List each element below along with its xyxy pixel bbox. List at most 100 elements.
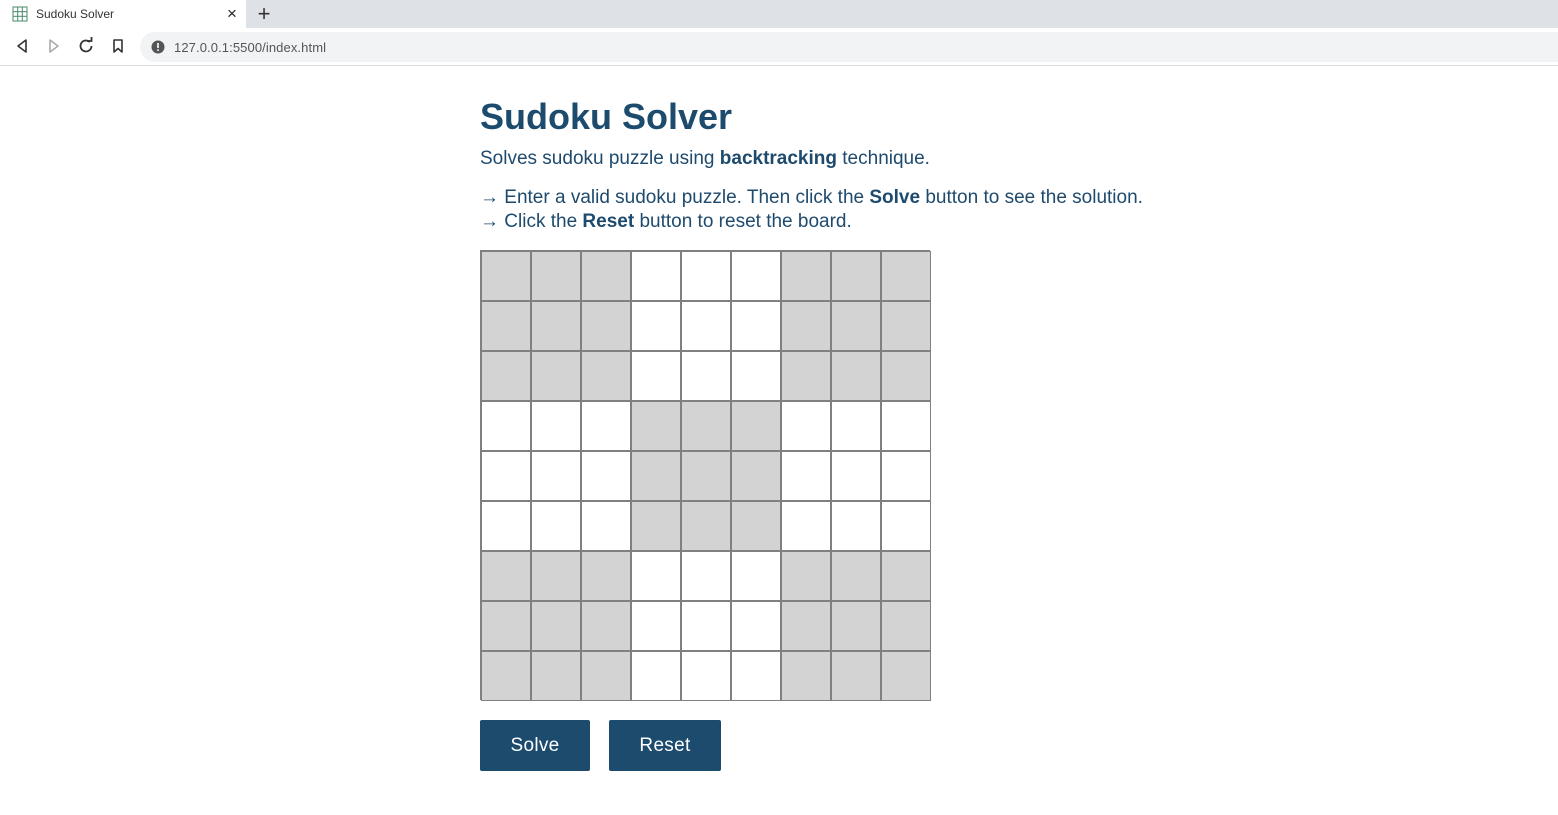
sudoku-cell[interactable] xyxy=(831,401,881,451)
back-icon[interactable] xyxy=(12,36,32,56)
sudoku-cell[interactable] xyxy=(631,501,681,551)
sudoku-cell[interactable] xyxy=(731,401,781,451)
sudoku-cell[interactable] xyxy=(681,351,731,401)
solve-button[interactable]: Solve xyxy=(480,720,590,771)
sudoku-cell[interactable] xyxy=(681,401,731,451)
reset-button[interactable]: Reset xyxy=(609,720,721,771)
sudoku-cell[interactable] xyxy=(781,251,831,301)
sudoku-cell[interactable] xyxy=(581,601,631,651)
sudoku-cell[interactable] xyxy=(581,301,631,351)
sudoku-cell[interactable] xyxy=(881,651,931,701)
instruction-solve: → Enter a valid sudoku puzzle. Then clic… xyxy=(480,187,1143,209)
sudoku-cell[interactable] xyxy=(631,451,681,501)
sudoku-cell[interactable] xyxy=(481,351,531,401)
sudoku-cell[interactable] xyxy=(581,351,631,401)
sudoku-cell[interactable] xyxy=(731,501,781,551)
sudoku-cell[interactable] xyxy=(531,351,581,401)
sudoku-cell[interactable] xyxy=(831,501,881,551)
sudoku-cell[interactable] xyxy=(581,401,631,451)
sudoku-cell[interactable] xyxy=(531,251,581,301)
sudoku-cell[interactable] xyxy=(681,601,731,651)
sudoku-cell[interactable] xyxy=(581,551,631,601)
sudoku-cell[interactable] xyxy=(531,501,581,551)
sudoku-cell[interactable] xyxy=(831,251,881,301)
instruction-text-end: button to see the solution. xyxy=(920,187,1143,208)
sudoku-cell[interactable] xyxy=(531,301,581,351)
sudoku-cell[interactable] xyxy=(681,651,731,701)
reload-icon[interactable] xyxy=(76,36,96,56)
subtitle-text: Solves sudoku puzzle using xyxy=(480,148,720,169)
sudoku-cell[interactable] xyxy=(631,401,681,451)
page-subtitle: Solves sudoku puzzle using backtracking … xyxy=(480,148,930,170)
sudoku-cell[interactable] xyxy=(881,401,931,451)
sudoku-cell[interactable] xyxy=(831,451,881,501)
sudoku-cell[interactable] xyxy=(481,251,531,301)
sudoku-cell[interactable] xyxy=(681,501,731,551)
page-title: Sudoku Solver xyxy=(480,96,733,137)
sudoku-cell[interactable] xyxy=(881,551,931,601)
sudoku-cell[interactable] xyxy=(581,451,631,501)
sudoku-cell[interactable] xyxy=(681,551,731,601)
subtitle-bold: backtracking xyxy=(719,148,837,169)
tab-title: Sudoku Solver xyxy=(36,7,115,21)
sudoku-cell[interactable] xyxy=(681,301,731,351)
info-icon[interactable] xyxy=(151,40,165,54)
sudoku-cell[interactable] xyxy=(581,651,631,701)
sudoku-cell[interactable] xyxy=(631,351,681,401)
grid-icon xyxy=(12,6,28,22)
sudoku-cell[interactable] xyxy=(631,651,681,701)
sudoku-cell[interactable] xyxy=(781,651,831,701)
sudoku-cell[interactable] xyxy=(881,451,931,501)
sudoku-cell[interactable] xyxy=(681,451,731,501)
sudoku-cell[interactable] xyxy=(831,551,881,601)
sudoku-cell[interactable] xyxy=(581,501,631,551)
sudoku-cell[interactable] xyxy=(481,551,531,601)
close-icon[interactable]: × xyxy=(224,5,240,23)
sudoku-cell[interactable] xyxy=(781,501,831,551)
sudoku-cell[interactable] xyxy=(631,301,681,351)
forward-icon[interactable] xyxy=(44,36,64,56)
sudoku-cell[interactable] xyxy=(881,251,931,301)
sudoku-cell[interactable] xyxy=(531,601,581,651)
sudoku-cell[interactable] xyxy=(631,551,681,601)
bookmark-icon[interactable] xyxy=(108,36,128,56)
sudoku-cell[interactable] xyxy=(781,351,831,401)
sudoku-cell[interactable] xyxy=(831,301,881,351)
sudoku-cell[interactable] xyxy=(881,301,931,351)
sudoku-cell[interactable] xyxy=(881,601,931,651)
sudoku-cell[interactable] xyxy=(631,601,681,651)
sudoku-cell[interactable] xyxy=(781,601,831,651)
sudoku-cell[interactable] xyxy=(731,451,781,501)
sudoku-cell[interactable] xyxy=(531,551,581,601)
sudoku-cell[interactable] xyxy=(781,551,831,601)
sudoku-cell[interactable] xyxy=(631,251,681,301)
sudoku-cell[interactable] xyxy=(481,401,531,451)
sudoku-cell[interactable] xyxy=(531,401,581,451)
sudoku-cell[interactable] xyxy=(481,601,531,651)
sudoku-cell[interactable] xyxy=(731,651,781,701)
sudoku-cell[interactable] xyxy=(531,451,581,501)
sudoku-cell[interactable] xyxy=(731,351,781,401)
sudoku-cell[interactable] xyxy=(781,301,831,351)
sudoku-cell[interactable] xyxy=(681,251,731,301)
sudoku-cell[interactable] xyxy=(581,251,631,301)
sudoku-cell[interactable] xyxy=(481,501,531,551)
address-bar[interactable]: 127.0.0.1:5500/index.html xyxy=(140,32,1558,62)
sudoku-cell[interactable] xyxy=(831,351,881,401)
sudoku-cell[interactable] xyxy=(731,551,781,601)
sudoku-cell[interactable] xyxy=(481,301,531,351)
sudoku-cell[interactable] xyxy=(481,651,531,701)
new-tab-button[interactable]: + xyxy=(254,3,274,25)
sudoku-cell[interactable] xyxy=(881,351,931,401)
sudoku-cell[interactable] xyxy=(781,451,831,501)
sudoku-cell[interactable] xyxy=(831,601,881,651)
sudoku-cell[interactable] xyxy=(831,651,881,701)
sudoku-cell[interactable] xyxy=(731,301,781,351)
browser-tab[interactable]: Sudoku Solver × xyxy=(0,0,246,28)
sudoku-cell[interactable] xyxy=(781,401,831,451)
sudoku-cell[interactable] xyxy=(531,651,581,701)
sudoku-cell[interactable] xyxy=(881,501,931,551)
sudoku-cell[interactable] xyxy=(481,451,531,501)
sudoku-cell[interactable] xyxy=(731,251,781,301)
sudoku-cell[interactable] xyxy=(731,601,781,651)
